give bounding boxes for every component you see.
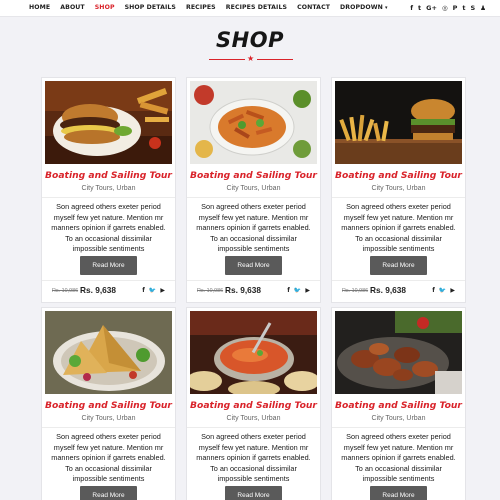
read-more-button[interactable]: Read More xyxy=(80,486,137,500)
read-more-button[interactable]: Read More xyxy=(370,486,427,500)
product-card: Boating and Sailing Tour City Tours, Urb… xyxy=(41,77,176,303)
card-footer-divider xyxy=(332,280,465,281)
twitter-icon[interactable]: t xyxy=(418,4,421,12)
card-description: Son agreed others exeter period myself f… xyxy=(51,432,166,483)
facebook-icon[interactable]: f xyxy=(432,287,435,294)
card-divider xyxy=(187,197,320,198)
nav-item-shop[interactable]: SHOP xyxy=(95,4,115,11)
card-description: Son agreed others exeter period myself f… xyxy=(51,202,166,253)
youtube-icon[interactable]: ▶ xyxy=(160,287,165,294)
card-description: Son agreed others exeter period myself f… xyxy=(341,432,456,483)
card-description: Son agreed others exeter period myself f… xyxy=(341,202,456,253)
product-image-samosa-plate[interactable] xyxy=(45,311,172,394)
product-card: Boating and Sailing Tour City Tours, Urb… xyxy=(331,307,466,500)
product-image-burger-plate[interactable] xyxy=(45,81,172,164)
product-card: Boating and Sailing Tour City Tours, Urb… xyxy=(186,77,321,303)
nav-item-dropdown[interactable]: DROPDOWN ▾ xyxy=(340,4,388,11)
card-social-icons: f 🐦 ▶ xyxy=(142,287,165,294)
product-card: Boating and Sailing Tour City Tours, Urb… xyxy=(186,307,321,500)
read-more-button[interactable]: Read More xyxy=(80,256,137,275)
nav-item-home[interactable]: HOME xyxy=(29,4,50,11)
nav-dropdown-label: DROPDOWN xyxy=(340,4,383,11)
read-more-button[interactable]: Read More xyxy=(370,256,427,275)
chevron-down-icon: ▾ xyxy=(384,5,388,11)
twitter-icon[interactable]: 🐦 xyxy=(439,287,446,294)
facebook-icon[interactable]: f xyxy=(410,4,413,12)
card-divider xyxy=(42,197,175,198)
product-image-burger-and-fries[interactable] xyxy=(335,81,462,164)
card-subtitle: City Tours, Urban xyxy=(81,415,136,422)
card-description: Son agreed others exeter period myself f… xyxy=(196,432,311,483)
card-divider xyxy=(187,427,320,428)
nav-item-recipes[interactable]: RECIPES xyxy=(186,4,216,11)
snapchat-icon[interactable]: ♟ xyxy=(480,4,486,12)
card-title[interactable]: Boating and Sailing Tour xyxy=(187,400,320,411)
old-price: Rs. 10,986 xyxy=(197,288,224,294)
card-title[interactable]: Boating and Sailing Tour xyxy=(42,400,175,411)
read-more-button[interactable]: Read More xyxy=(225,486,282,500)
nav-item-recipes-details[interactable]: RECIPES DETAILS xyxy=(226,4,287,11)
current-price: Rs. 9,638 xyxy=(80,285,116,295)
facebook-icon[interactable]: f xyxy=(142,287,145,294)
pinterest-icon[interactable]: P xyxy=(453,4,458,12)
current-price: Rs. 9,638 xyxy=(225,285,261,295)
card-subtitle: City Tours, Urban xyxy=(226,185,281,192)
divider-line xyxy=(257,59,293,60)
product-card: Boating and Sailing Tour City Tours, Urb… xyxy=(331,77,466,303)
card-divider xyxy=(332,427,465,428)
card-footer-divider xyxy=(187,280,320,281)
tumblr-icon[interactable]: t xyxy=(462,4,465,12)
card-footer-divider xyxy=(42,280,175,281)
youtube-icon[interactable]: ▶ xyxy=(305,287,310,294)
card-title[interactable]: Boating and Sailing Tour xyxy=(42,170,175,181)
page-title: SHOP xyxy=(216,28,284,52)
twitter-icon[interactable]: 🐦 xyxy=(149,287,156,294)
product-image-grilled-meat-platter[interactable] xyxy=(335,311,462,394)
nav-social-icons: f t G+ ◎ P t S ♟ xyxy=(410,4,486,12)
product-image-chicken-salad-platter[interactable] xyxy=(190,81,317,164)
nav-item-contact[interactable]: CONTACT xyxy=(297,4,330,11)
card-subtitle: City Tours, Urban xyxy=(371,415,426,422)
twitter-icon[interactable]: 🐦 xyxy=(294,287,301,294)
product-image-curry-naan[interactable] xyxy=(190,311,317,394)
card-description: Son agreed others exeter period myself f… xyxy=(196,202,311,253)
nav-item-about[interactable]: ABOUT xyxy=(60,4,85,11)
card-subtitle: City Tours, Urban xyxy=(81,185,136,192)
title-divider: ★ xyxy=(209,54,293,64)
product-card: Boating and Sailing Tour City Tours, Urb… xyxy=(41,307,176,500)
skype-icon[interactable]: S xyxy=(470,4,475,12)
facebook-icon[interactable]: f xyxy=(287,287,290,294)
instagram-icon[interactable]: ◎ xyxy=(442,4,448,12)
old-price: Rs. 10,986 xyxy=(342,288,369,294)
divider-line xyxy=(209,59,245,60)
youtube-icon[interactable]: ▶ xyxy=(450,287,455,294)
card-title[interactable]: Boating and Sailing Tour xyxy=(332,400,465,411)
google-plus-icon[interactable]: G+ xyxy=(426,4,437,12)
top-navigation: HOME ABOUT SHOP SHOP DETAILS RECIPES REC… xyxy=(0,0,500,17)
card-divider xyxy=(42,427,175,428)
old-price: Rs. 10,986 xyxy=(52,288,79,294)
read-more-button[interactable]: Read More xyxy=(225,256,282,275)
card-title[interactable]: Boating and Sailing Tour xyxy=(332,170,465,181)
card-subtitle: City Tours, Urban xyxy=(371,185,426,192)
nav-item-shop-details[interactable]: SHOP DETAILS xyxy=(125,4,176,11)
card-social-icons: f 🐦 ▶ xyxy=(287,287,310,294)
nav-links: HOME ABOUT SHOP SHOP DETAILS RECIPES REC… xyxy=(29,4,398,11)
card-divider xyxy=(332,197,465,198)
star-icon: ★ xyxy=(247,54,255,63)
card-title[interactable]: Boating and Sailing Tour xyxy=(187,170,320,181)
card-subtitle: City Tours, Urban xyxy=(226,415,281,422)
card-social-icons: f 🐦 ▶ xyxy=(432,287,455,294)
current-price: Rs. 9,638 xyxy=(370,285,406,295)
